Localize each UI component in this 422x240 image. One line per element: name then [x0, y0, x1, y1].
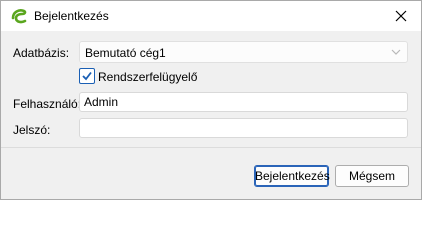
username-field[interactable]: [79, 92, 408, 112]
login-button[interactable]: Bejelentkezés: [254, 165, 330, 187]
chevron-down-icon: [391, 49, 401, 55]
close-icon: [395, 10, 407, 22]
database-select[interactable]: Bemutató cég1: [79, 41, 408, 63]
app-logo-icon: [10, 8, 28, 26]
close-button[interactable]: [387, 4, 415, 28]
admin-checkbox[interactable]: [79, 68, 95, 84]
username-label: Felhasználó:: [13, 97, 82, 111]
login-dialog: Bejelentkezés Adatbázis: Bemutató cég1 R…: [0, 0, 422, 200]
admin-checkbox-label[interactable]: Rendszerfelügyelő: [98, 70, 197, 84]
database-value: Bemutató cég1: [85, 46, 166, 60]
cancel-button[interactable]: Mégsem: [335, 165, 409, 187]
password-label: Jelszó:: [13, 123, 51, 137]
title-bar: Bejelentkezés: [1, 1, 421, 31]
divider: [1, 147, 421, 148]
password-field[interactable]: [79, 118, 408, 138]
window-title: Bejelentkezés: [34, 9, 109, 23]
check-icon: [82, 71, 92, 81]
database-label: Adatbázis:: [13, 46, 70, 60]
